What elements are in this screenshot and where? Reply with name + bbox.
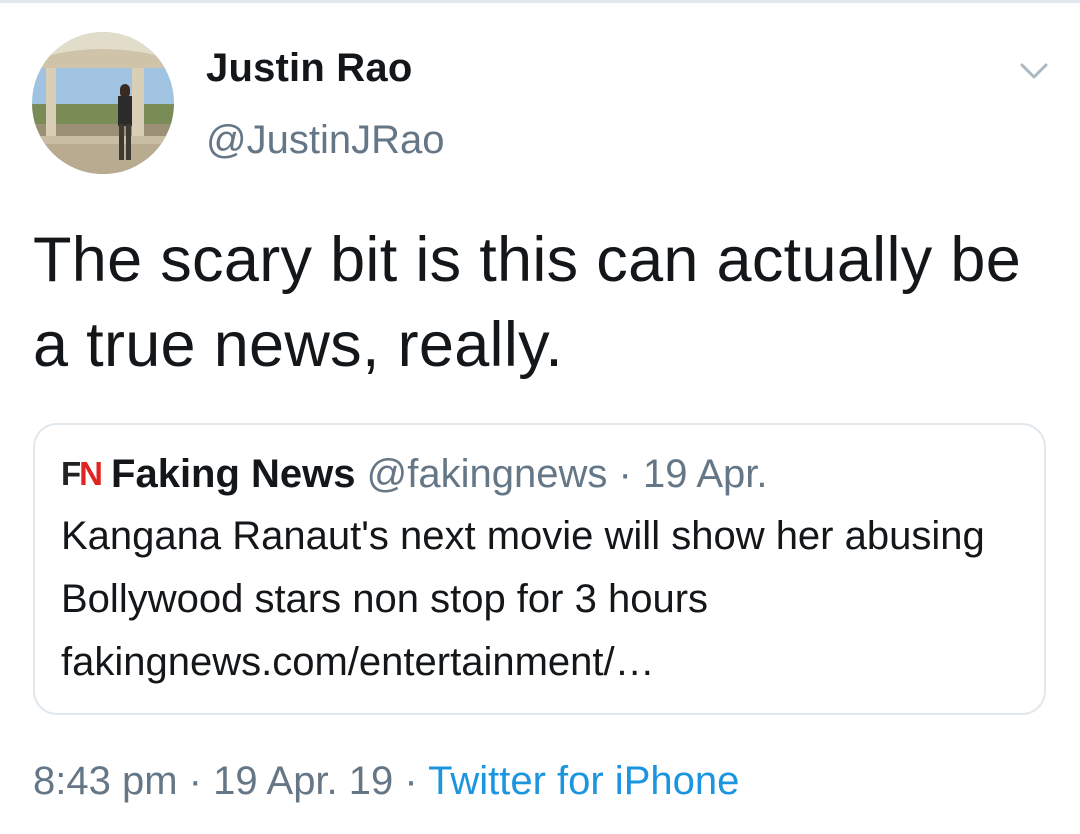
- avatar[interactable]: [32, 32, 174, 174]
- chevron-down-icon[interactable]: [1016, 56, 1052, 86]
- faking-news-logo: FN: [61, 455, 103, 492]
- quoted-tweet-text: Kangana Ranaut's next movie will show he…: [61, 514, 985, 684]
- top-divider: [0, 0, 1080, 3]
- tweet-text: The scary bit is this can actually be a …: [33, 225, 1022, 380]
- tweet-meta-separator-1: ·: [188, 759, 202, 803]
- tweet-meta-separator-2: ·: [404, 759, 418, 803]
- tweet-date: 19 Apr. 19: [213, 759, 394, 803]
- tweet-time: 8:43 pm: [33, 759, 178, 803]
- quoted-tweet-separator: ·: [618, 452, 632, 496]
- quoted-tweet-header: FN Faking News @fakingnews · 19 Apr.: [61, 447, 768, 501]
- tweet-meta: 8:43 pm · 19 Apr. 19 · Twitter for iPhon…: [33, 754, 739, 808]
- quoted-tweet-handle: @fakingnews: [366, 452, 608, 496]
- author-display-name[interactable]: Justin Rao: [206, 46, 412, 91]
- quoted-tweet-date: 19 Apr.: [642, 452, 768, 496]
- tweet-source-link[interactable]: Twitter for iPhone: [428, 759, 739, 803]
- quoted-tweet-name: Faking News: [111, 452, 356, 496]
- quoted-tweet-card[interactable]: FN Faking News @fakingnews · 19 Apr. Kang…: [33, 423, 1046, 715]
- author-handle[interactable]: @JustinJRao: [206, 118, 444, 163]
- avatar-photo: [32, 32, 174, 174]
